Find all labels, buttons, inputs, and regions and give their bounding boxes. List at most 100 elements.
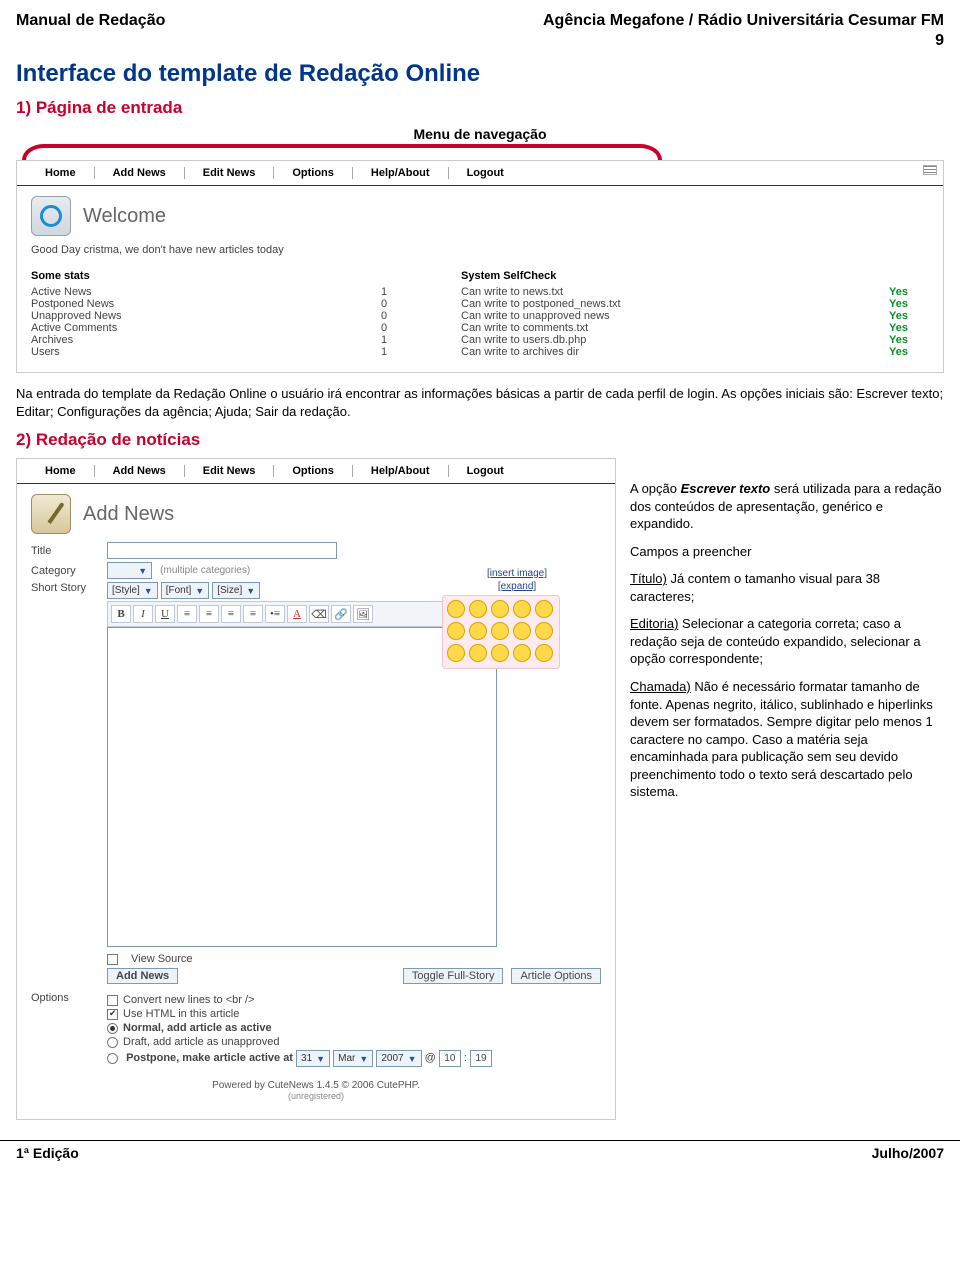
emoji-icon[interactable] <box>535 644 553 662</box>
nav-help[interactable]: Help/About <box>353 465 449 477</box>
link-button[interactable]: 🔗 <box>331 605 351 623</box>
pencil-icon <box>31 494 71 534</box>
side-paragraph: Chamada) Não é necessário formatar taman… <box>630 678 944 801</box>
editor-toolbar: B I U ≡ ≡ ≡ ≡ •≡ A ⌫ 🔗 🖼 <box>107 601 497 627</box>
page-content: Manual de Redação Agência Megafone / Rád… <box>0 0 960 1141</box>
nav-home[interactable]: Home <box>27 167 95 179</box>
status-draft-radio[interactable] <box>107 1037 118 1048</box>
emoji-picker <box>442 595 560 669</box>
list-bullet-button[interactable]: •≡ <box>265 605 285 623</box>
stat-row: Postponed News0 <box>31 298 421 310</box>
emoji-icon[interactable] <box>469 600 487 618</box>
nav-add-news[interactable]: Add News <box>95 465 185 477</box>
nav-add-news[interactable]: Add News <box>95 167 185 179</box>
postpone-hour-input[interactable]: 10 <box>439 1050 461 1067</box>
chevron-down-icon: ▼ <box>408 1054 417 1064</box>
emoji-icon[interactable] <box>469 644 487 662</box>
nav-help[interactable]: Help/About <box>353 167 449 179</box>
emoji-icon[interactable] <box>513 600 531 618</box>
add-news-button[interactable]: Add News <box>107 968 178 984</box>
addnews-screenshot: Home Add News Edit News Options Help/Abo… <box>16 458 616 1120</box>
addnews-title: Add News <box>83 503 174 526</box>
header-left: Manual de Redação <box>16 12 165 30</box>
postpone-year-select[interactable]: 2007▼ <box>376 1050 421 1067</box>
shortstory-textarea[interactable] <box>107 627 497 947</box>
page-title: Interface do template de Redação Online <box>16 60 944 88</box>
emoji-icon[interactable] <box>491 600 509 618</box>
options-label: Options <box>31 992 99 1004</box>
size-select[interactable]: [Size]▼ <box>212 582 260 599</box>
article-options-button[interactable]: Article Options <box>511 968 601 984</box>
font-color-button[interactable]: A <box>287 605 307 623</box>
use-html-checkbox[interactable] <box>107 1009 118 1020</box>
side-paragraph: Título) Já contem o tamanho visual para … <box>630 570 944 605</box>
welcome-screenshot: Home Add News Edit News Options Help/Abo… <box>16 160 944 373</box>
doc-header: Manual de Redação Agência Megafone / Rád… <box>16 12 944 30</box>
nav-logout[interactable]: Logout <box>449 167 522 179</box>
emoji-icon[interactable] <box>447 622 465 640</box>
status-postpone-radio[interactable] <box>107 1053 118 1064</box>
status-normal-radio[interactable] <box>107 1023 118 1034</box>
header-right: Agência Megafone / Rádio Universitária C… <box>543 12 944 30</box>
align-justify-button[interactable]: ≡ <box>243 605 263 623</box>
font-select[interactable]: [Font]▼ <box>161 582 210 599</box>
emoji-icon[interactable] <box>491 644 509 662</box>
remove-format-button[interactable]: ⌫ <box>309 605 329 623</box>
align-center-button[interactable]: ≡ <box>199 605 219 623</box>
nav-options[interactable]: Options <box>274 167 353 179</box>
stat-row: Unapproved News0 <box>31 310 421 322</box>
emoji-icon[interactable] <box>447 600 465 618</box>
chevron-down-icon: ▼ <box>316 1054 325 1064</box>
category-label: Category <box>31 565 99 577</box>
side-paragraph: Editoria) Selecionar a categoria correta… <box>630 615 944 668</box>
toggle-fullstory-button[interactable]: Toggle Full-Story <box>403 968 504 984</box>
section2-heading: 2) Redação de notícias <box>16 430 944 450</box>
emoji-icon[interactable] <box>491 622 509 640</box>
footer-date: Julho/2007 <box>872 1145 944 1161</box>
nav-logout[interactable]: Logout <box>449 465 522 477</box>
chevron-down-icon: ▼ <box>195 586 204 596</box>
postpone-day-select[interactable]: 31▼ <box>296 1050 330 1067</box>
stat-row: Users1 <box>31 346 421 358</box>
title-label: Title <box>31 545 99 557</box>
nav-edit-news[interactable]: Edit News <box>185 167 275 179</box>
align-left-button[interactable]: ≡ <box>177 605 197 623</box>
title-input[interactable] <box>107 542 337 559</box>
postpone-month-select[interactable]: Mar▼ <box>333 1050 373 1067</box>
selfcheck-row: Can write to unapproved newsYes <box>461 310 929 322</box>
image-button[interactable]: 🖼 <box>353 605 373 623</box>
bold-button[interactable]: B <box>111 605 131 623</box>
postpone-min-input[interactable]: 19 <box>470 1050 492 1067</box>
nav-home[interactable]: Home <box>27 465 95 477</box>
collapse-icon[interactable] <box>923 165 937 175</box>
section1-paragraph: Na entrada do template da Redação Online… <box>16 385 944 420</box>
nav-options[interactable]: Options <box>274 465 353 477</box>
welcome-title: Welcome <box>83 205 166 228</box>
category-select[interactable]: ▼ <box>107 562 152 579</box>
emoji-icon[interactable] <box>513 622 531 640</box>
section2-sidetext: A opção Escrever texto será utilizada pa… <box>630 458 944 811</box>
nav-menu: Home Add News Edit News Options Help/Abo… <box>17 161 943 186</box>
selfcheck-row: Can write to postponed_news.txtYes <box>461 298 929 310</box>
nav-edit-news[interactable]: Edit News <box>185 465 275 477</box>
italic-button[interactable]: I <box>133 605 153 623</box>
emoji-icon[interactable] <box>513 644 531 662</box>
style-select[interactable]: [Style]▼ <box>107 582 158 599</box>
emoji-icon[interactable] <box>469 622 487 640</box>
stat-row: Archives1 <box>31 334 421 346</box>
view-source-checkbox[interactable] <box>107 954 118 965</box>
emoji-icon[interactable] <box>447 644 465 662</box>
insert-image-link[interactable]: [insert image] <box>442 567 592 580</box>
emoji-icon[interactable] <box>535 600 553 618</box>
greeting-text: Good Day cristma, we don't have new arti… <box>31 244 929 256</box>
footer-edition: 1ª Edição <box>16 1145 79 1161</box>
shortstory-label: Short Story <box>31 582 99 594</box>
selfcheck-row: Can write to archives dirYes <box>461 346 929 358</box>
underline-button[interactable]: U <box>155 605 175 623</box>
align-right-button[interactable]: ≡ <box>221 605 241 623</box>
convert-br-checkbox[interactable] <box>107 995 118 1006</box>
expand-link[interactable]: [expand] <box>442 580 592 593</box>
doc-footer: 1ª Edição Julho/2007 <box>0 1141 960 1171</box>
emoji-icon[interactable] <box>535 622 553 640</box>
stat-row: Active News1 <box>31 286 421 298</box>
